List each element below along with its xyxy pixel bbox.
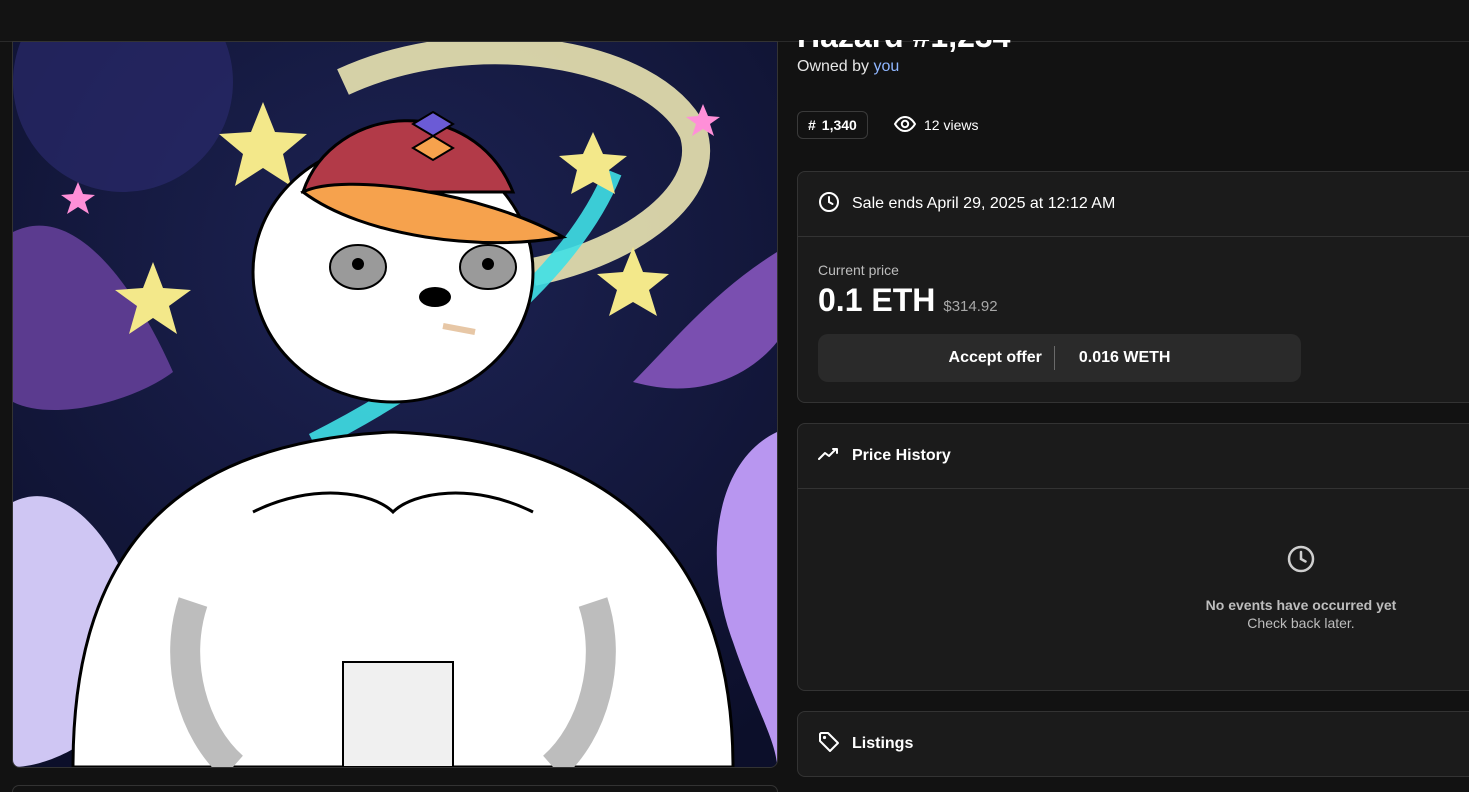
rank-symbol: # bbox=[808, 117, 816, 133]
clock-icon bbox=[818, 191, 840, 218]
price-history-title: Price History bbox=[852, 447, 951, 464]
empty-subtitle: Check back later. bbox=[1247, 615, 1355, 631]
rank-value: 1,340 bbox=[821, 117, 857, 133]
eye-icon bbox=[893, 115, 917, 135]
views-label: 12 views bbox=[924, 117, 979, 133]
price-usd: $314.92 bbox=[943, 298, 998, 315]
history-divider bbox=[798, 488, 1469, 489]
owner-line: Owned by you bbox=[797, 58, 899, 76]
owner-prefix: Owned by bbox=[797, 58, 870, 75]
empty-title: No events have occurred yet bbox=[1205, 597, 1397, 613]
empty-clock-icon bbox=[798, 544, 1469, 579]
sale-card: Sale ends April 29, 2025 at 12:12 AM Cur… bbox=[797, 171, 1469, 403]
price-history-header[interactable]: Price History bbox=[798, 424, 1469, 488]
price-row: 0.1 ETH $314.92 bbox=[818, 282, 998, 319]
tag-icon bbox=[818, 731, 840, 758]
empty-state: No events have occurred yet Check back l… bbox=[798, 544, 1469, 631]
listings-card[interactable]: Listings bbox=[797, 711, 1469, 777]
accept-offer-button[interactable]: Accept offer 0.016 WETH bbox=[818, 334, 1301, 382]
price-eth: 0.1 ETH bbox=[818, 282, 936, 318]
sale-header: Sale ends April 29, 2025 at 12:12 AM bbox=[798, 172, 1469, 236]
accept-offer-label: Accept offer bbox=[948, 349, 1042, 366]
nft-image[interactable] bbox=[12, 41, 778, 768]
current-price-label: Current price bbox=[818, 262, 899, 278]
button-separator bbox=[1053, 346, 1055, 370]
views-count: 12 views bbox=[893, 113, 979, 137]
listings-header[interactable]: Listings bbox=[798, 712, 1469, 776]
rank-badge[interactable]: # 1,340 bbox=[797, 111, 868, 139]
sale-divider bbox=[798, 236, 1469, 237]
offer-amount: 0.016 WETH bbox=[1078, 349, 1171, 366]
owner-link[interactable]: you bbox=[874, 58, 900, 75]
listings-title: Listings bbox=[852, 735, 914, 752]
sale-ends-text: Sale ends April 29, 2025 at 12:12 AM bbox=[852, 195, 1116, 212]
price-history-card: Price History No events have occurred ye… bbox=[797, 423, 1469, 691]
trend-line-icon bbox=[818, 447, 840, 466]
top-navigation-bar bbox=[0, 0, 1469, 42]
